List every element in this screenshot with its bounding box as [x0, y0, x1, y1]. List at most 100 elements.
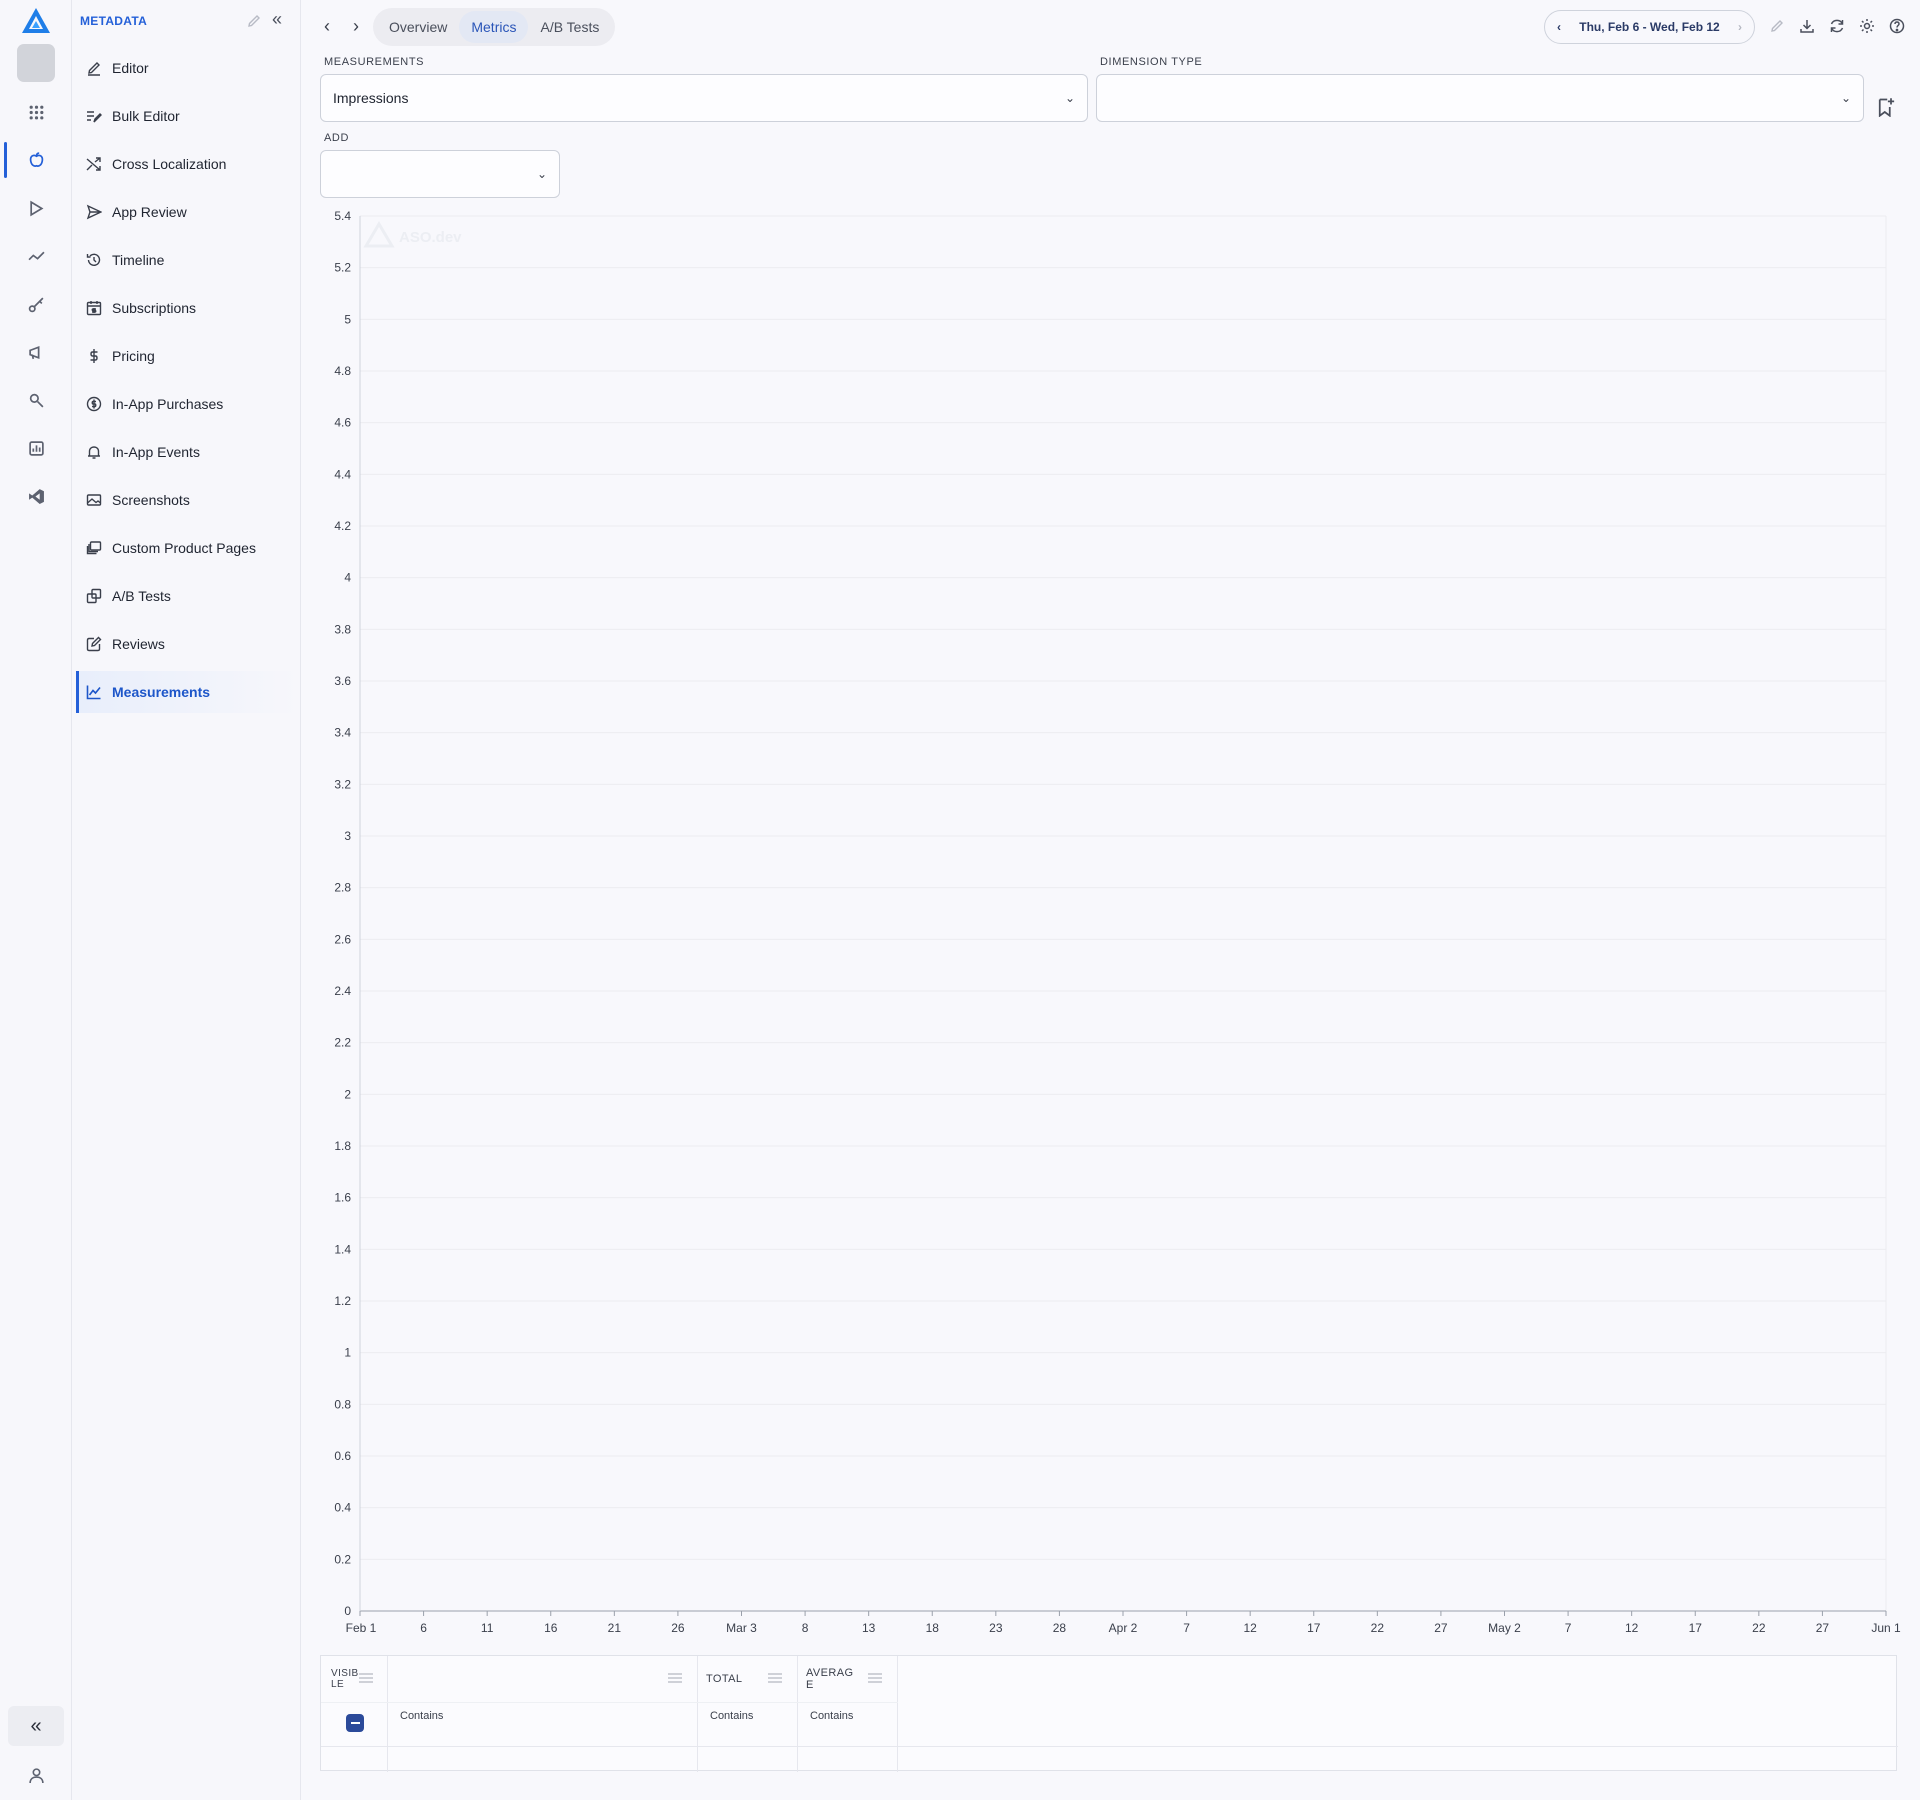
sidebar-item-custom-product-pages[interactable]: Custom Product Pages — [76, 527, 298, 569]
sidebar-item-reviews[interactable]: Reviews — [76, 623, 298, 665]
column-menu-icon[interactable] — [768, 1673, 782, 1683]
visibility-toggle-checkbox[interactable] — [346, 1714, 364, 1732]
x-tick-label: 21 — [608, 1621, 622, 1635]
sidebar-item-label: Measurements — [112, 684, 211, 700]
y-tick-label: 4.8 — [334, 364, 351, 378]
chevron-down-icon: ⌄ — [536, 167, 547, 181]
sidebar-item-timeline[interactable]: Timeline — [76, 239, 298, 281]
help-icon[interactable] — [1887, 16, 1907, 36]
x-tick-label: 17 — [1689, 1621, 1703, 1635]
x-tick-label: Jun 1 — [1871, 1621, 1901, 1635]
x-tick-label: 12 — [1243, 1621, 1257, 1635]
sidebar-item-subscriptions[interactable]: Subscriptions — [76, 287, 298, 329]
chart-svg: ASO.dev 0 0.2 0.4 0.6 0.8 1 1.2 1.4 1.6 1.8 2 2.2 2.… — [334, 209, 1901, 1635]
y-tick-label: 2.6 — [334, 932, 351, 946]
y-tick-label: 1.8 — [334, 1139, 351, 1153]
chevron-down-icon: ⌄ — [1064, 91, 1075, 105]
y-tick-label: 5 — [344, 312, 351, 326]
x-tick-label: 22 — [1752, 1621, 1766, 1635]
back-arrow-icon[interactable]: ‹ — [317, 14, 337, 38]
shuffle-icon — [86, 157, 101, 171]
prev-range-icon[interactable]: ‹ — [1557, 20, 1561, 34]
sidebar-item-editor[interactable]: Editor — [76, 47, 298, 89]
tab-metrics[interactable]: Metrics — [459, 11, 529, 43]
apps-grid-icon[interactable] — [0, 92, 72, 132]
dimension-type-select[interactable]: ⌄ — [1096, 74, 1864, 122]
report-icon[interactable] — [0, 428, 72, 468]
x-tick-label: Apr 2 — [1109, 1621, 1138, 1635]
edit-pencil-icon[interactable] — [246, 13, 262, 29]
sidebar-item-measurements[interactable]: Measurements — [76, 671, 298, 713]
column-header-total[interactable]: TOTAL — [706, 1656, 742, 1702]
total-filter[interactable]: Contains — [710, 1710, 753, 1722]
column-menu-icon[interactable] — [668, 1673, 682, 1683]
sidebar-item-label: Reviews — [112, 636, 165, 652]
y-tick-label: 3 — [344, 829, 351, 843]
sidebar-item-cross-localization[interactable]: Cross Localization — [76, 143, 298, 185]
settings-icon[interactable] — [1857, 16, 1877, 36]
column-header-average[interactable]: AVERAGE — [806, 1656, 856, 1702]
next-range-icon[interactable]: › — [1738, 20, 1742, 34]
sidebar-item-in-app-events[interactable]: In-App Events — [76, 431, 298, 473]
x-tick-label: 28 — [1053, 1621, 1067, 1635]
y-tick-label: 0.6 — [334, 1449, 351, 1463]
play-store-icon[interactable] — [0, 188, 72, 228]
sidebar-item-label: In-App Purchases — [112, 396, 224, 412]
column-header-visible[interactable]: VISIBLE — [331, 1656, 361, 1702]
add-select[interactable]: ⌄ — [320, 150, 560, 198]
sidebar-item-label: Timeline — [112, 252, 165, 268]
date-range-picker[interactable]: ‹ Thu, Feb 6 - Wed, Feb 12 › — [1544, 10, 1755, 44]
collapse-sidebar-icon[interactable]: « — [272, 10, 282, 28]
collapse-rail-button[interactable]: « — [8, 1706, 64, 1746]
y-tick-label: 4.6 — [334, 416, 351, 430]
sidebar-item-in-app-purchases[interactable]: In-App Purchases — [76, 383, 298, 425]
key-icon[interactable] — [0, 284, 72, 324]
x-tick-label: 16 — [544, 1621, 558, 1635]
x-tick-label: 22 — [1371, 1621, 1385, 1635]
column-visible: VISIBLE — [321, 1656, 388, 1772]
sidebar-item-app-review[interactable]: App Review — [76, 191, 298, 233]
edit-icon[interactable] — [1767, 16, 1787, 36]
review-icon — [86, 636, 102, 652]
sidebar-item-ab-tests[interactable]: A/B Tests — [76, 575, 298, 617]
refresh-icon[interactable] — [1827, 16, 1847, 36]
y-tick-label: 1.6 — [334, 1191, 351, 1205]
column-menu-icon[interactable] — [359, 1673, 373, 1683]
aso-logo-icon[interactable] — [20, 6, 52, 36]
sidebar-item-bulk-editor[interactable]: Bulk Editor — [76, 95, 298, 137]
x-tick-label: 27 — [1434, 1621, 1448, 1635]
sidebar-item-label: Cross Localization — [112, 156, 227, 172]
tab-overview[interactable]: Overview — [377, 11, 459, 43]
bookmark-add-icon[interactable] — [1876, 97, 1896, 117]
sidebar-item-screenshots[interactable]: Screenshots — [76, 479, 298, 521]
trend-icon[interactable] — [0, 236, 72, 276]
chart-watermark: ASO.dev — [399, 229, 462, 246]
user-icon[interactable] — [0, 1756, 72, 1794]
tools-icon[interactable] — [0, 380, 72, 420]
measurements-select[interactable]: Impressions ⌄ — [320, 74, 1088, 122]
megaphone-icon[interactable] — [0, 332, 72, 372]
x-tick-label: 7 — [1183, 1621, 1190, 1635]
x-tick-label: 11 — [481, 1621, 494, 1635]
forward-arrow-icon[interactable]: › — [346, 14, 366, 38]
y-tick-label: 5.4 — [334, 209, 351, 223]
tab-ab-tests[interactable]: A/B Tests — [528, 11, 611, 43]
x-tick-label: 17 — [1307, 1621, 1321, 1635]
sidebar-item-label: App Review — [112, 204, 187, 220]
pencil-icon — [88, 62, 100, 76]
calendar-dollar-icon — [86, 301, 102, 316]
x-tick-label: Feb 1 — [346, 1621, 377, 1635]
x-tick-label: 13 — [862, 1621, 876, 1635]
x-tick-label: 7 — [1565, 1621, 1572, 1635]
row-divider — [321, 1746, 1898, 1747]
column-menu-icon[interactable] — [868, 1673, 882, 1683]
y-tick-label: 3.2 — [334, 777, 351, 791]
app-avatar[interactable] — [17, 44, 55, 82]
average-filter[interactable]: Contains — [810, 1710, 853, 1722]
download-icon[interactable] — [1797, 16, 1817, 36]
vscode-icon[interactable] — [0, 476, 72, 516]
sidebar-item-pricing[interactable]: Pricing — [76, 335, 298, 377]
apple-icon[interactable] — [0, 140, 72, 180]
y-tick-label: 4.4 — [334, 467, 351, 481]
name-filter[interactable]: Contains — [400, 1710, 443, 1722]
